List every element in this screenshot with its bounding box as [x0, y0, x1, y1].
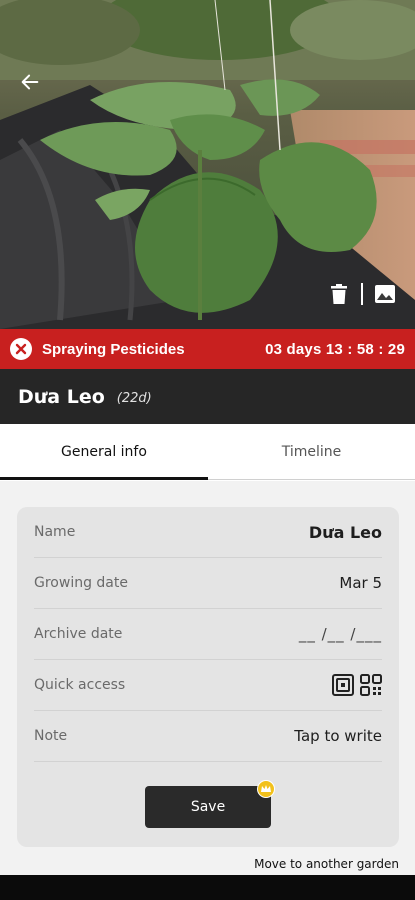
photo-tools — [327, 282, 397, 306]
archive-date-label: Archive date — [34, 626, 123, 642]
growing-date-label: Growing date — [34, 575, 128, 591]
quick-access-icons — [332, 674, 382, 696]
plant-name: Dưa Leo — [18, 385, 105, 408]
note-label: Note — [34, 728, 68, 744]
delete-photo-button[interactable] — [327, 282, 351, 306]
system-nav-bar — [0, 875, 415, 900]
gallery-button[interactable] — [373, 282, 397, 306]
back-button[interactable] — [14, 66, 46, 98]
general-info-panel: Name Dưa Leo Growing date Mar 5 Archive … — [0, 481, 415, 875]
tab-general-info[interactable]: General info — [0, 424, 208, 480]
note-row[interactable]: Note Tap to write — [34, 711, 382, 762]
tool-divider — [361, 283, 363, 305]
plant-title-bar: Dưa Leo (22d) — [0, 369, 415, 424]
cucumber-seedling-photo — [0, 0, 415, 329]
name-value: Dưa Leo — [308, 522, 382, 542]
crown-icon — [257, 780, 275, 798]
countdown-timer: 03 days 13 : 58 : 29 — [265, 340, 405, 358]
close-circle-icon — [10, 338, 32, 360]
note-value[interactable]: Tap to write — [294, 727, 382, 745]
archive-date-value: __ /__ /___ — [298, 625, 382, 643]
qr-code-icon[interactable] — [360, 674, 382, 696]
tab-timeline[interactable]: Timeline — [208, 424, 415, 479]
name-row[interactable]: Name Dưa Leo — [34, 507, 382, 558]
move-to-garden-link[interactable]: Move to another garden — [254, 857, 399, 871]
image-icon — [375, 285, 395, 303]
archive-date-row[interactable]: Archive date __ /__ /___ — [34, 609, 382, 660]
save-button[interactable]: Save — [145, 786, 271, 828]
arrow-left-icon — [21, 74, 39, 90]
plant-age: (22d) — [116, 390, 152, 406]
nfc-tag-icon[interactable] — [332, 674, 354, 696]
quick-access-label: Quick access — [34, 677, 126, 693]
trash-icon — [331, 284, 347, 304]
quick-access-row: Quick access — [34, 660, 382, 711]
save-wrap: Save — [145, 780, 275, 828]
alert-title: Spraying Pesticides — [42, 340, 185, 358]
task-alert-banner[interactable]: Spraying Pesticides 03 days 13 : 58 : 29 — [0, 329, 415, 369]
info-card: Name Dưa Leo Growing date Mar 5 Archive … — [17, 507, 399, 847]
tab-bar: General info Timeline — [0, 424, 415, 480]
plant-photo — [0, 0, 415, 329]
growing-date-value: Mar 5 — [339, 574, 382, 592]
growing-date-row[interactable]: Growing date Mar 5 — [34, 558, 382, 609]
name-label: Name — [34, 524, 76, 540]
